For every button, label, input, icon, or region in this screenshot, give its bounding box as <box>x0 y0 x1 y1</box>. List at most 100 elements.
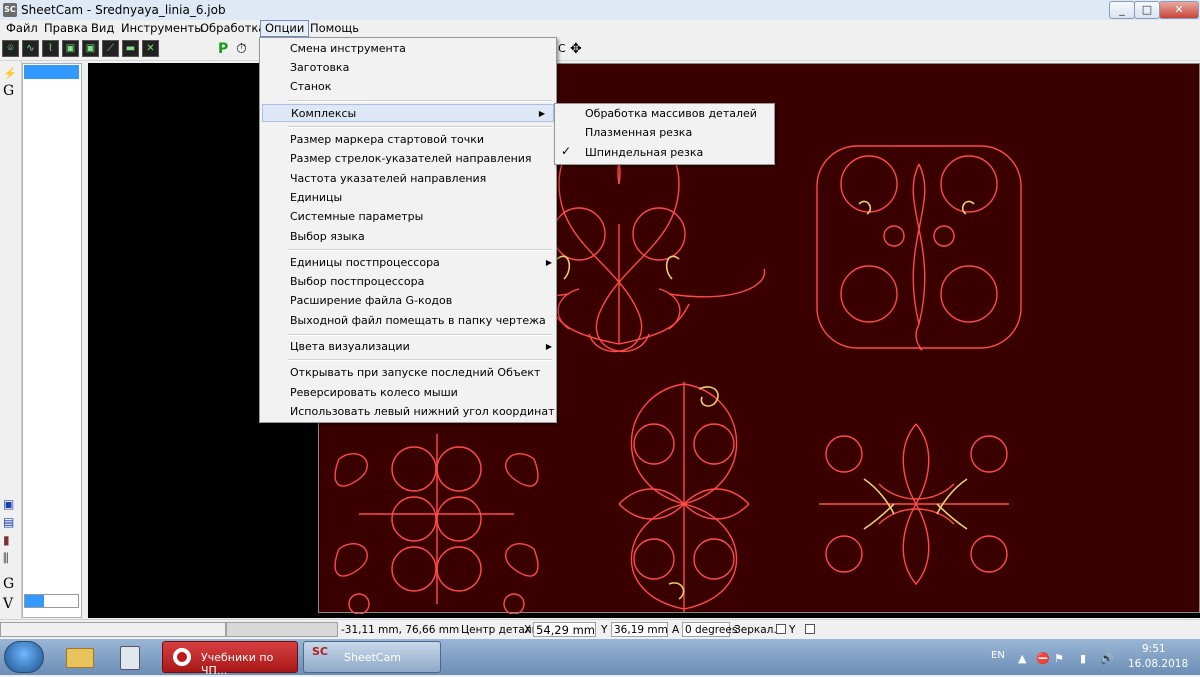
tree-selected-item[interactable] <box>24 65 79 79</box>
menu-item-post-units[interactable]: Единицы постпроцессора ▶ <box>290 254 552 272</box>
mirror-x-checkbox[interactable] <box>776 624 786 634</box>
menu-item-output-folder[interactable]: Выходной файл помещать в папку чертежа <box>290 312 546 330</box>
tray-expand-icon[interactable]: ▲ <box>1018 652 1026 665</box>
menu-separator <box>288 334 552 336</box>
stopwatch-icon[interactable]: ⏱ <box>236 40 247 58</box>
menu-item-system-parameters[interactable]: Системные параметры <box>290 208 423 226</box>
network-icon[interactable]: ⛔ <box>1036 652 1050 665</box>
clock-time[interactable]: 9:51 <box>1142 643 1166 655</box>
menu-item-language[interactable]: Выбор языка <box>290 228 365 246</box>
submenu-item-spindle[interactable]: Шпиндельная резка <box>585 144 703 162</box>
menu-view[interactable]: Вид <box>87 20 118 37</box>
layer-icon[interactable]: ▤ <box>3 515 14 529</box>
menu-tools[interactable]: Инструменты <box>117 20 207 37</box>
submenu-item-array[interactable]: Обработка массивов деталей <box>585 105 757 123</box>
display-view-icon[interactable]: ▬ <box>122 40 139 57</box>
maximize-button[interactable]: □ <box>1134 1 1160 19</box>
operation-icon[interactable]: ▣ <box>3 497 14 511</box>
mirror-y-checkbox[interactable] <box>805 624 815 634</box>
select-tool-icon[interactable]: ⌾ <box>2 40 19 57</box>
taskbar-app-sheetcam[interactable]: SC SheetCam <box>303 641 441 673</box>
language-indicator[interactable]: EN <box>991 650 1005 661</box>
flag-icon[interactable]: ⚑ <box>1054 652 1064 665</box>
verify-icon[interactable]: V <box>3 596 13 612</box>
cut-view-icon[interactable]: ✕ <box>142 40 159 57</box>
tool-icon[interactable]: ⚡ <box>3 67 17 80</box>
ornament-bottom-middle <box>618 382 750 612</box>
x-input[interactable]: 54,29 mm <box>533 622 596 637</box>
toolbar-c-label[interactable]: C <box>558 40 566 58</box>
move-icon[interactable]: ✥ <box>570 40 582 58</box>
a-label: A <box>672 624 680 636</box>
volume-icon[interactable]: 🔊 <box>1100 652 1114 665</box>
menu-item-direction-arrow-size[interactable]: Размер стрелок-указателей направления <box>290 150 532 168</box>
submenu-arrow-icon: ▶ <box>538 109 545 118</box>
app-icon: SC <box>3 3 17 17</box>
left-icon-strip: ⚡ G ▣ ▤ ▮ ⫼ G V <box>0 61 22 618</box>
menu-item-complexes[interactable]: Комплексы ▶ <box>262 104 554 122</box>
operations-tree[interactable] <box>22 63 82 618</box>
menu-separator <box>288 359 552 361</box>
ornament-bottom-right <box>819 423 1009 586</box>
graph-view-icon[interactable]: ⌇ <box>42 40 59 57</box>
ornament-top-right <box>816 145 1022 351</box>
path-view-icon[interactable]: ∿ <box>22 40 39 57</box>
menu-item-post-processor[interactable]: Выбор постпроцессора <box>290 273 424 291</box>
menu-process[interactable]: Обработка <box>196 20 269 37</box>
taskbar: Учебники по ЧП... SC SheetCam EN ▲ ⛔ ⚑ ▮… <box>0 639 1200 677</box>
title-bar: SC SheetCam - Srednyaya_linia_6.job _ □ … <box>0 0 1200 21</box>
drill-icon[interactable]: ▮ <box>3 533 10 547</box>
submenu-arrow-icon: ▶ <box>545 342 552 351</box>
menu-help[interactable]: Помощь <box>306 20 363 37</box>
menu-item-render-colors[interactable]: Цвета визуализации ▶ <box>290 338 552 356</box>
clock-date[interactable]: 16.08.2018 <box>1128 658 1188 670</box>
menu-item-tool-change[interactable]: Смена инструмента <box>290 40 406 58</box>
minimize-button[interactable]: _ <box>1109 1 1135 19</box>
start-button[interactable] <box>4 641 44 673</box>
menu-file[interactable]: Файл <box>2 20 42 37</box>
menu-item-start-marker-size[interactable]: Размер маркера стартовой точки <box>290 131 484 149</box>
submenu-arrow-icon: ▶ <box>545 258 552 267</box>
opera-icon <box>173 648 191 666</box>
status-progress <box>226 622 338 637</box>
outline-view-icon[interactable]: ▣ <box>62 40 79 57</box>
taskbar-app-opera[interactable]: Учебники по ЧП... <box>162 641 298 677</box>
explorer-icon[interactable] <box>60 641 98 673</box>
menu-item-stock[interactable]: Заготовка <box>290 59 349 77</box>
menu-item-reverse-wheel[interactable]: Реверсировать колесо мыши <box>290 384 458 402</box>
menu-item-complexes-label: Комплексы <box>291 107 357 120</box>
tree-progress-bar <box>24 594 79 608</box>
taskbar-app-opera-label: Учебники по ЧП... <box>201 651 274 677</box>
cutter-icon[interactable]: ⫼ <box>3 551 9 566</box>
menu-item-gcode-extension[interactable]: Расширение файла G-кодов <box>290 292 452 310</box>
ornament-bottom-left <box>334 434 539 614</box>
complexes-submenu: Обработка массивов деталей Плазменная ре… <box>554 103 775 165</box>
calculator-icon[interactable] <box>110 641 148 673</box>
menu-item-machine[interactable]: Станок <box>290 78 331 96</box>
post-process-icon[interactable]: P <box>218 40 228 58</box>
signal-icon[interactable]: ▮ <box>1080 652 1086 665</box>
menu-options[interactable]: Опции <box>260 20 310 37</box>
taskbar-app-sheetcam-label: SheetCam <box>344 651 401 664</box>
menu-item-bottom-left-origin[interactable]: Использовать левый нижний угол координат <box>290 403 554 421</box>
window-title: SheetCam - Srednyaya_linia_6.job <box>21 3 226 17</box>
check-icon: ✓ <box>561 144 572 158</box>
y-input[interactable]: 36,19 mm <box>611 622 668 637</box>
menu-item-units[interactable]: Единицы <box>290 189 342 207</box>
menu-separator <box>288 100 552 102</box>
edit-path-icon[interactable]: ⟋ <box>102 40 119 57</box>
menu-edit[interactable]: Правка <box>40 20 92 37</box>
y-label: Y <box>601 624 608 636</box>
menu-item-post-units-label: Единицы постпроцессора <box>290 256 440 269</box>
layer-view-icon[interactable]: ▣ <box>82 40 99 57</box>
gcode-icon-bottom[interactable]: G <box>3 576 14 592</box>
status-bar: -31,11 mm, 76,66 mm Центр детали: X 54,2… <box>0 619 1200 640</box>
close-button[interactable]: ✕ <box>1159 1 1199 19</box>
a-input[interactable]: 0 degrees <box>682 622 737 637</box>
menu-item-direction-frequency[interactable]: Частота указателей направления <box>290 170 486 188</box>
menu-item-open-last[interactable]: Открывать при запуске последний Объект <box>290 364 540 382</box>
gcode-icon[interactable]: G <box>3 83 14 99</box>
submenu-item-plasma[interactable]: Плазменная резка <box>585 124 692 142</box>
mirror-y-label: Y <box>789 624 796 636</box>
status-message <box>0 622 226 637</box>
